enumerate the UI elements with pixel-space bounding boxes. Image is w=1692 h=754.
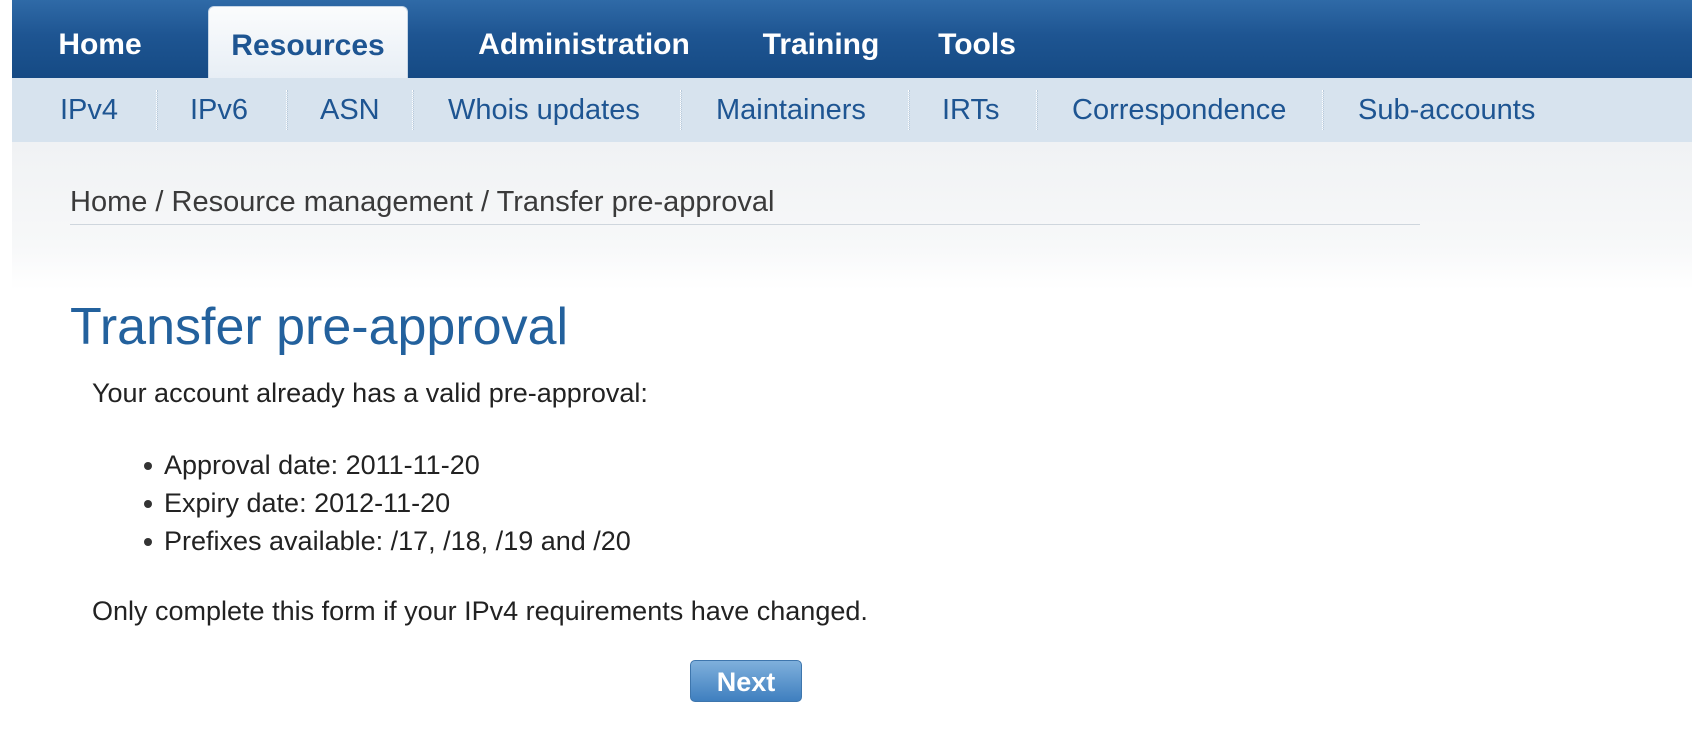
sub-navigation-bar: IPv4 IPv6 ASN Whois updates Maintainers …: [12, 78, 1692, 142]
subnav-item-irts[interactable]: IRTs: [942, 78, 999, 142]
subnav-item-sub-accounts[interactable]: Sub-accounts: [1358, 78, 1535, 142]
breadcrumb-separator: /: [472, 186, 497, 218]
tab-resources[interactable]: Resources: [208, 6, 408, 79]
subnav-item-ipv4[interactable]: IPv4: [60, 78, 118, 142]
breadcrumb-divider: [70, 224, 1420, 225]
subnav-separator: [1036, 90, 1038, 130]
page-title: Transfer pre-approval: [70, 297, 569, 356]
breadcrumb-home-link[interactable]: Home: [70, 186, 147, 218]
subnav-item-asn[interactable]: ASN: [320, 78, 380, 142]
tab-home[interactable]: Home: [12, 20, 188, 72]
list-item-expiry-date: Expiry date: 2012-11-20: [140, 484, 631, 522]
subnav-separator: [286, 90, 288, 130]
list-item-approval-date: Approval date: 2011-11-20: [140, 446, 631, 484]
subnav-separator: [1322, 90, 1324, 130]
subnav-separator: [412, 90, 414, 130]
pre-approval-details-list: Approval date: 2011-11-20 Expiry date: 2…: [140, 446, 631, 560]
subnav-item-correspondence[interactable]: Correspondence: [1072, 78, 1286, 142]
tab-tools[interactable]: Tools: [922, 20, 1032, 72]
subnav-separator: [908, 90, 910, 130]
subnav-item-whois-updates[interactable]: Whois updates: [448, 78, 640, 142]
next-button[interactable]: Next: [690, 660, 802, 702]
note-text: Only complete this form if your IPv4 req…: [92, 596, 868, 626]
tab-administration[interactable]: Administration: [452, 20, 716, 72]
list-item-prefixes-available: Prefixes available: /17, /18, /19 and /2…: [140, 522, 631, 560]
top-navigation-bar: Home Resources Administration Training T…: [12, 0, 1692, 79]
tab-training[interactable]: Training: [740, 20, 902, 72]
subnav-separator: [156, 90, 158, 130]
subnav-item-maintainers[interactable]: Maintainers: [716, 78, 866, 142]
breadcrumb-resource-management-link[interactable]: Resource management: [172, 186, 473, 218]
breadcrumb-current: Transfer pre-approval: [496, 186, 775, 218]
breadcrumb-separator: /: [147, 186, 172, 218]
subnav-separator: [680, 90, 682, 130]
breadcrumb: Home / Resource management / Transfer pr…: [70, 186, 774, 219]
subnav-item-ipv6[interactable]: IPv6: [190, 78, 248, 142]
intro-text: Your account already has a valid pre-app…: [92, 378, 648, 408]
